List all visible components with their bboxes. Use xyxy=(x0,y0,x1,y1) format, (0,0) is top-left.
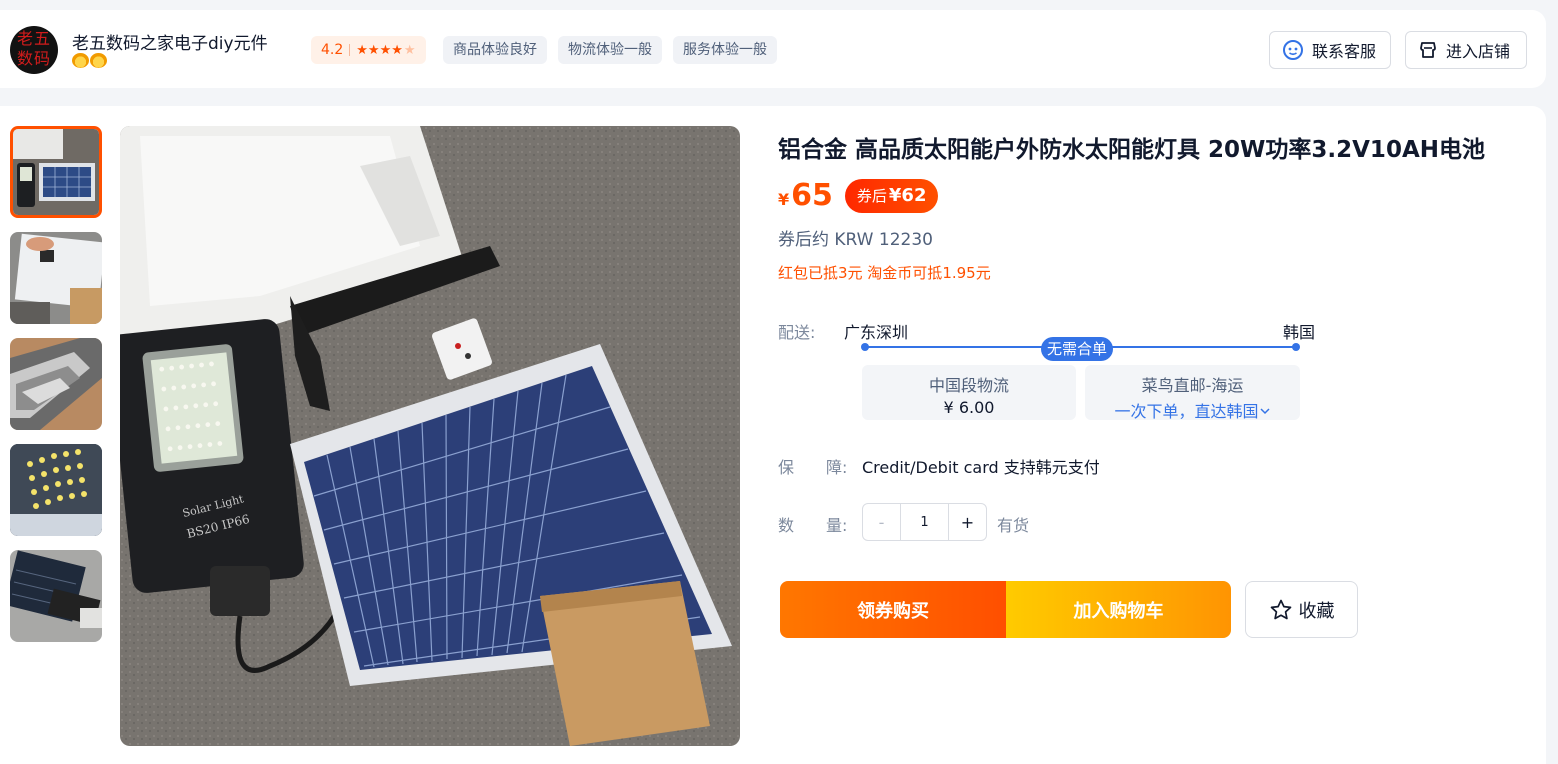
shop-avatar-text: 老五数码 xyxy=(16,29,51,68)
shipping-label: 配送: xyxy=(778,323,816,342)
thumbnail-4[interactable] xyxy=(10,444,102,536)
shop-tag-logistics: 物流体验一般 xyxy=(558,36,662,64)
quantity-stepper: - 1 + xyxy=(862,503,987,541)
price-row: ¥ 65 券后 ¥62 xyxy=(778,178,939,213)
crown-icon xyxy=(90,53,107,68)
thumbnail-2[interactable] xyxy=(10,232,102,324)
domestic-logistics-price: ¥ 6.00 xyxy=(943,398,995,417)
domestic-logistics-box: 中国段物流 ¥ 6.00 xyxy=(862,365,1076,420)
route-start-dot xyxy=(861,343,869,351)
krw-price: 券后约 KRW 12230 xyxy=(778,230,933,250)
favorite-button[interactable]: 收藏 xyxy=(1245,581,1358,638)
enter-store-button[interactable]: 进入店铺 xyxy=(1405,31,1527,69)
domestic-logistics-title: 中国段物流 xyxy=(928,376,1009,395)
shop-name[interactable]: 老五数码之家电子diy元件 xyxy=(72,29,268,54)
product-card: Solar Light BS20 IP66 铝合金 高品质太阳能户外防水太阳能灯… xyxy=(0,106,1546,764)
intl-logistics-desc[interactable]: 一次下单，直达韩国 xyxy=(1085,398,1300,422)
product-title: 铝合金 高品质太阳能户外防水太阳能灯具 20W功率3.2V10AH电池 xyxy=(778,137,1485,163)
no-consolidation-badge: 无需合单 xyxy=(1041,337,1114,361)
shop-level-crowns xyxy=(72,53,107,68)
route-end-dot xyxy=(1292,343,1300,351)
buy-with-coupon-button[interactable]: 领券购买 xyxy=(780,581,1006,638)
rating-divider xyxy=(349,44,351,56)
crown-icon xyxy=(72,53,89,68)
star-icon xyxy=(1270,599,1291,619)
thumbnail-image xyxy=(13,129,99,215)
shop-avatar[interactable]: 老五数码 xyxy=(10,26,58,74)
product-price: 65 xyxy=(791,178,833,213)
intl-logistics-title: 菜鸟直邮-海运 xyxy=(1141,376,1244,395)
contact-service-label: 联系客服 xyxy=(1312,42,1377,61)
chevron-down-icon xyxy=(1259,408,1270,415)
thumbnail-image xyxy=(10,232,102,324)
quantity-decrease-button[interactable]: - xyxy=(863,504,900,540)
favorite-label: 收藏 xyxy=(1298,600,1335,622)
store-icon xyxy=(1420,42,1436,58)
shop-header: 老五数码 老五数码之家电子diy元件 4.2 ★★★★ ★ 商品体验良好 物流体验… xyxy=(0,10,1546,88)
thumbnail-image xyxy=(10,338,102,430)
thumbnail-image xyxy=(10,444,102,536)
coupon-label: 券后 xyxy=(856,187,887,205)
main-product-image: Solar Light BS20 IP66 xyxy=(120,126,740,746)
thumbnail-3[interactable] xyxy=(10,338,102,430)
intl-logistics-box[interactable]: 菜鸟直邮-海运 一次下单，直达韩国 xyxy=(1085,365,1300,422)
guarantee-label: 保 障: xyxy=(778,458,848,477)
shipping-destination: 韩国 xyxy=(1283,323,1316,342)
quantity-increase-button[interactable]: + xyxy=(949,504,986,540)
enter-store-label: 进入店铺 xyxy=(1446,42,1511,61)
currency-symbol: ¥ xyxy=(778,190,790,209)
star-rating-icon: ★★★★ ★ xyxy=(356,42,416,58)
thumbnail-image xyxy=(10,550,102,642)
shipping-origin: 广东深圳 xyxy=(844,323,909,342)
coupon-price: ¥62 xyxy=(888,185,927,206)
thumbnail-list xyxy=(10,126,102,642)
thumbnail-1[interactable] xyxy=(10,126,102,218)
shop-tag-service: 服务体验一般 xyxy=(673,36,777,64)
quantity-input[interactable]: 1 xyxy=(900,504,949,540)
intl-logistics-desc-text: 一次下单，直达韩国 xyxy=(1114,402,1259,421)
thumbnail-5[interactable] xyxy=(10,550,102,642)
stock-status: 有货 xyxy=(997,516,1030,535)
main-product-photo: Solar Light BS20 IP66 xyxy=(120,126,740,746)
shop-rating-chip: 4.2 ★★★★ ★ xyxy=(311,36,426,64)
shop-tag-product: 商品体验良好 xyxy=(443,36,547,64)
add-to-cart-button[interactable]: 加入购物车 xyxy=(1006,581,1231,638)
guarantee-text: Credit/Debit card 支持韩元支付 xyxy=(862,458,1100,477)
shop-rating-value: 4.2 xyxy=(321,42,344,58)
contact-service-button[interactable]: 联系客服 xyxy=(1269,31,1391,69)
quantity-label: 数 量: xyxy=(778,516,848,535)
customer-service-icon xyxy=(1283,40,1303,60)
promo-discount-text: 红包已抵3元 淘金币可抵1.95元 xyxy=(778,264,991,282)
coupon-price-badge: 券后 ¥62 xyxy=(844,178,939,213)
